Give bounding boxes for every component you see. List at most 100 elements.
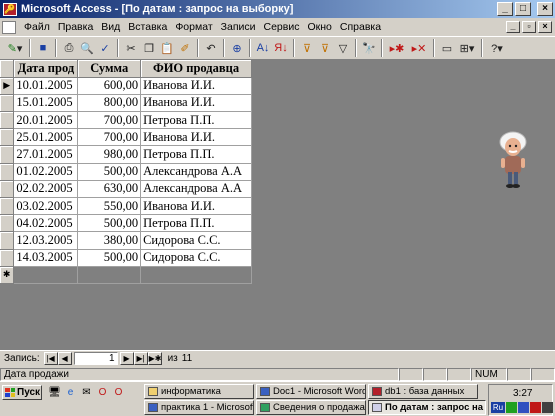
- cell-sale-date[interactable]: 14.03.2005: [13, 249, 79, 267]
- table-row[interactable]: ▶ 10.01.2005 600,00 Иванова И.И.: [0, 77, 252, 95]
- start-button[interactable]: Пуск: [2, 385, 42, 400]
- view-design-icon[interactable]: ✎ ▾: [4, 39, 26, 57]
- outlook-express-icon[interactable]: ✉: [80, 386, 93, 399]
- cell-seller-name[interactable]: Сидорова С.С.: [140, 249, 252, 267]
- menu-view[interactable]: Вид: [97, 21, 124, 33]
- minimize-button[interactable]: _: [497, 2, 513, 16]
- menu-records[interactable]: Записи: [217, 21, 260, 33]
- task-doc1-word[interactable]: Doc1 - Microsoft Word: [256, 384, 366, 399]
- cell-sum[interactable]: 700,00: [77, 111, 142, 130]
- record-selector[interactable]: [0, 197, 15, 216]
- table-row[interactable]: 20.01.2005 700,00 Петрова П.П.: [0, 111, 252, 130]
- language-indicator[interactable]: Ru: [491, 402, 505, 413]
- spelling-icon[interactable]: ✓: [96, 39, 114, 57]
- cell-sum[interactable]: 700,00: [77, 128, 142, 147]
- sort-ascending-icon[interactable]: A↓: [254, 39, 272, 57]
- desktop-quicklaunch-icon[interactable]: 🖥: [48, 386, 61, 399]
- database-window-icon[interactable]: ▭: [438, 39, 456, 57]
- task-informatika[interactable]: информатика: [144, 384, 254, 399]
- first-record-button[interactable]: |◀: [43, 352, 58, 365]
- new-record-selector[interactable]: ✱: [0, 266, 15, 284]
- paste-icon[interactable]: 📋: [158, 39, 176, 57]
- cell-sale-date[interactable]: 03.02.2005: [13, 197, 79, 216]
- record-selector[interactable]: [0, 214, 15, 233]
- sort-descending-icon[interactable]: Я↓: [272, 39, 290, 57]
- new-record-cell[interactable]: [140, 266, 252, 284]
- cell-sum[interactable]: 500,00: [77, 163, 142, 181]
- record-selector[interactable]: [0, 180, 15, 199]
- internet-explorer-icon[interactable]: e: [64, 386, 77, 399]
- cell-sum[interactable]: 630,00: [77, 180, 142, 199]
- record-selector[interactable]: [0, 249, 15, 267]
- format-painter-icon[interactable]: ✐: [176, 39, 194, 57]
- next-record-button[interactable]: ▶: [119, 352, 134, 365]
- maximize-button[interactable]: □: [515, 2, 531, 16]
- column-header-seller[interactable]: ФИО продавца: [140, 60, 252, 78]
- opera-icon-2[interactable]: O: [112, 386, 125, 399]
- clock[interactable]: 3:27: [513, 388, 532, 399]
- volume-icon[interactable]: [518, 402, 529, 413]
- tray-app-icon[interactable]: [542, 402, 553, 413]
- record-selector[interactable]: [0, 163, 15, 181]
- task-practice-word[interactable]: практика 1 - Microsoft W...: [144, 400, 254, 415]
- close-button[interactable]: ×: [537, 2, 553, 16]
- task-db1[interactable]: db1 : база данных: [368, 384, 478, 399]
- document-icon[interactable]: [2, 20, 16, 34]
- current-record-field[interactable]: 1: [73, 352, 118, 365]
- menu-file[interactable]: Файл: [20, 21, 54, 33]
- hyperlink-icon[interactable]: ⊕: [228, 39, 246, 57]
- cell-sum[interactable]: 600,00: [77, 77, 142, 95]
- table-row[interactable]: 25.01.2005 700,00 Иванова И.И.: [0, 128, 252, 147]
- find-icon[interactable]: 🔭: [360, 39, 378, 57]
- previous-record-button[interactable]: ◀: [57, 352, 72, 365]
- cell-seller-name[interactable]: Александрова А.А: [140, 163, 252, 181]
- task-sales-info[interactable]: Сведения о продажах т...: [256, 400, 366, 415]
- last-record-button[interactable]: ▶|: [133, 352, 148, 365]
- menu-format[interactable]: Формат: [171, 21, 216, 33]
- new-record-nav-button[interactable]: ▶✱: [147, 352, 162, 365]
- cell-sale-date[interactable]: 04.02.2005: [13, 214, 79, 233]
- cell-seller-name[interactable]: Александрова А.А: [140, 180, 252, 199]
- select-all-corner[interactable]: [0, 60, 15, 78]
- table-row[interactable]: 03.02.2005 550,00 Иванова И.И.: [0, 197, 252, 216]
- cell-seller-name[interactable]: Петрова П.П.: [140, 111, 252, 130]
- cell-sale-date[interactable]: 15.01.2005: [13, 94, 79, 113]
- table-row[interactable]: 02.02.2005 630,00 Александрова А.А: [0, 180, 252, 199]
- new-record-cell[interactable]: [13, 266, 79, 284]
- cell-sale-date[interactable]: 27.01.2005: [13, 145, 79, 164]
- cell-sale-date[interactable]: 02.02.2005: [13, 180, 79, 199]
- cell-sale-date[interactable]: 12.03.2005: [13, 231, 79, 250]
- save-icon[interactable]: ■: [34, 39, 52, 57]
- copy-icon[interactable]: ❐: [140, 39, 158, 57]
- cell-seller-name[interactable]: Иванова И.И.: [140, 197, 252, 216]
- table-row[interactable]: 14.03.2005 500,00 Сидорова С.С.: [0, 249, 252, 267]
- cell-sum[interactable]: 980,00: [77, 145, 142, 164]
- column-header-date[interactable]: Дата прод: [13, 60, 79, 78]
- doc-close-button[interactable]: ×: [538, 21, 552, 33]
- cell-seller-name[interactable]: Иванова И.И.: [140, 77, 252, 95]
- network-icon[interactable]: [506, 402, 517, 413]
- table-row[interactable]: 04.02.2005 500,00 Петрова П.П.: [0, 214, 252, 233]
- cut-icon[interactable]: ✂: [122, 39, 140, 57]
- filter-by-form-icon[interactable]: ⊽: [316, 39, 334, 57]
- new-record-cell[interactable]: [77, 266, 142, 284]
- table-row[interactable]: 12.03.2005 380,00 Сидорова С.С.: [0, 231, 252, 250]
- cell-sale-date[interactable]: 01.02.2005: [13, 163, 79, 181]
- cell-seller-name[interactable]: Петрова П.П.: [140, 214, 252, 233]
- filter-by-selection-icon[interactable]: ⊽: [298, 39, 316, 57]
- help-icon[interactable]: ?▾: [486, 39, 508, 57]
- undo-icon[interactable]: ↶: [202, 39, 220, 57]
- print-icon[interactable]: ⎙: [60, 39, 78, 57]
- access-key-icon[interactable]: 🔑: [3, 2, 17, 16]
- new-object-icon[interactable]: ⊞▾: [456, 39, 478, 57]
- menu-window[interactable]: Окно: [303, 21, 335, 33]
- cell-sum[interactable]: 500,00: [77, 214, 142, 233]
- column-header-sum[interactable]: Сумма: [77, 60, 142, 78]
- cell-seller-name[interactable]: Петрова П.П.: [140, 145, 252, 164]
- cell-sum[interactable]: 500,00: [77, 249, 142, 267]
- menu-edit[interactable]: Правка: [54, 21, 97, 33]
- menu-help[interactable]: Справка: [336, 21, 385, 33]
- antivirus-icon[interactable]: [530, 402, 541, 413]
- cell-sum[interactable]: 380,00: [77, 231, 142, 250]
- office-assistant-einstein-icon[interactable]: [496, 130, 530, 190]
